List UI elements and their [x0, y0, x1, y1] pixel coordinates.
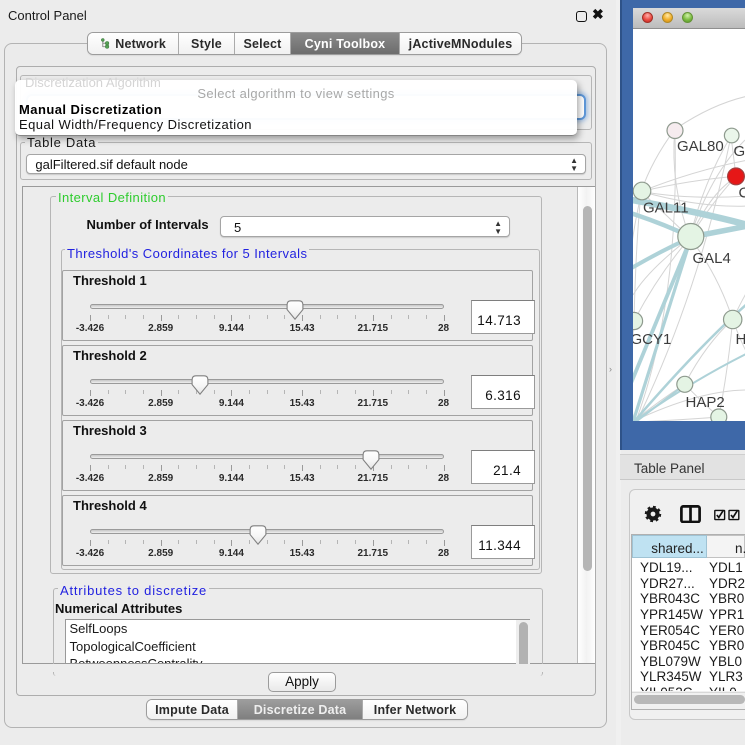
svg-text:GAL80: GAL80	[677, 138, 724, 155]
svg-text:H: H	[736, 331, 745, 348]
svg-text:GAL4: GAL4	[693, 250, 731, 267]
svg-text:C: C	[739, 185, 745, 202]
svg-text:GCY1: GCY1	[633, 331, 671, 348]
svg-text:GA: GA	[734, 143, 745, 160]
svg-text:GAL11: GAL11	[643, 200, 689, 217]
svg-text:HAP2: HAP2	[686, 394, 725, 411]
